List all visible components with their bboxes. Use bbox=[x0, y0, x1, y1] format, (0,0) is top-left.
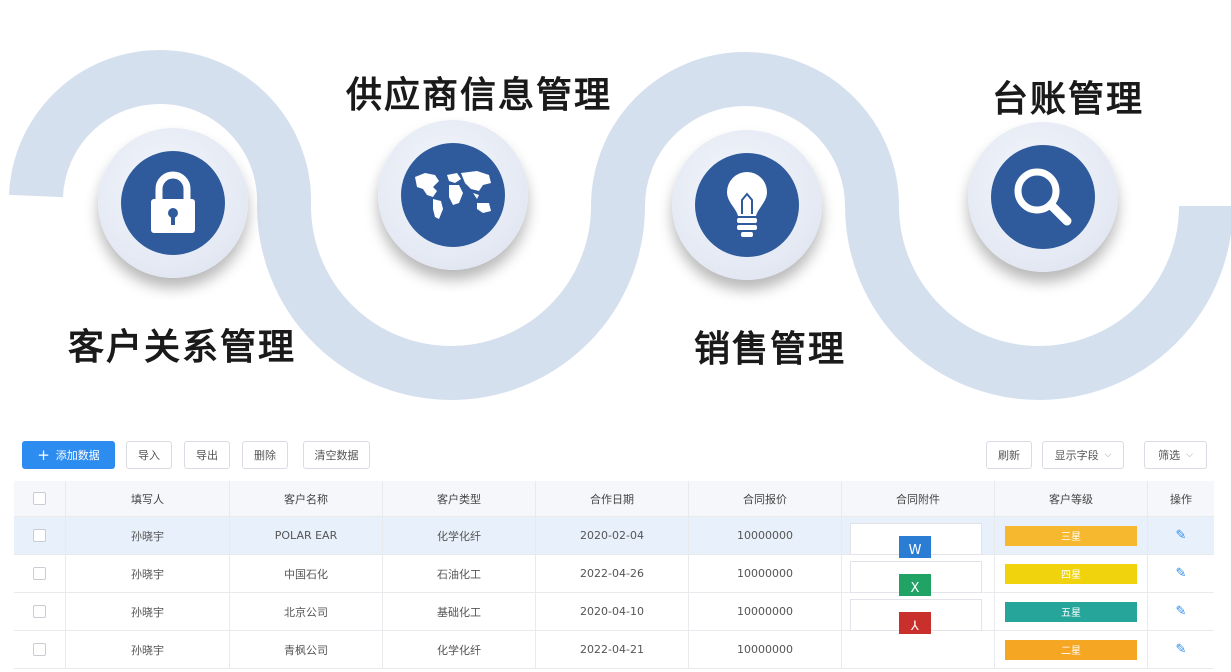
supplier-circle-inner bbox=[401, 143, 505, 247]
customer-type-cell: 化学化纤 bbox=[383, 517, 536, 555]
chevron-down-icon: ⌵ bbox=[1186, 450, 1193, 460]
price-cell: 10000000 bbox=[689, 593, 842, 631]
ledger-circle[interactable] bbox=[968, 122, 1118, 272]
export-button[interactable]: 导出 bbox=[184, 441, 230, 469]
row-select-cell bbox=[14, 593, 66, 631]
column-header[interactable]: 填写人 bbox=[66, 481, 230, 517]
supplier-circle[interactable] bbox=[378, 120, 528, 270]
column-header[interactable]: 合同附件 bbox=[842, 481, 995, 517]
select-all-checkbox[interactable] bbox=[33, 492, 46, 505]
refresh-button[interactable]: 刷新 bbox=[986, 441, 1032, 469]
column-header[interactable]: 客户名称 bbox=[230, 481, 383, 517]
attachment-preview[interactable]: ⅄ bbox=[850, 599, 982, 634]
level-badge: 三星 bbox=[1005, 525, 1137, 546]
process-infographic: 客户关系管理 供应商信息管理 销售管理 台账管理 bbox=[0, 0, 1231, 420]
add-data-label: 添加数据 bbox=[55, 449, 100, 462]
attachment-preview[interactable]: X bbox=[850, 561, 982, 596]
date-cell: 2020-04-10 bbox=[536, 593, 689, 631]
display-fields-label: 显示字段 bbox=[1054, 449, 1099, 462]
level-badge: 四星 bbox=[1005, 563, 1137, 584]
world-map-icon bbox=[415, 171, 491, 219]
customer-type-cell: 基础化工 bbox=[383, 593, 536, 631]
column-header[interactable]: 客户类型 bbox=[383, 481, 536, 517]
price-cell: 10000000 bbox=[689, 517, 842, 555]
price-cell: 10000000 bbox=[689, 555, 842, 593]
lock-icon bbox=[151, 171, 195, 233]
price-cell: 10000000 bbox=[689, 631, 842, 669]
attachment-preview[interactable]: W bbox=[850, 523, 982, 558]
table-row[interactable]: 孙晓宇 中国石化 石油化工 2022-04-26 10000000 X 四星 ✎ bbox=[14, 555, 1214, 596]
crm-label: 客户关系管理 bbox=[68, 327, 297, 368]
row-select-cell bbox=[14, 517, 66, 555]
level-cell: 二星 bbox=[995, 631, 1148, 669]
level-cell: 四星 bbox=[995, 555, 1148, 593]
column-header[interactable]: 客户等级 bbox=[995, 481, 1148, 517]
filler-cell: 孙晓宇 bbox=[66, 555, 230, 593]
customer-type-cell: 石油化工 bbox=[383, 555, 536, 593]
crm-circle-inner bbox=[121, 151, 225, 255]
customer-name-cell: 中国石化 bbox=[230, 555, 383, 593]
ledger-label: 台账管理 bbox=[992, 79, 1145, 120]
ledger-circle-inner bbox=[991, 145, 1095, 249]
import-button[interactable]: 导入 bbox=[126, 441, 172, 469]
action-cell: ✎ bbox=[1148, 631, 1214, 669]
customer-type-cell: 化学化纤 bbox=[383, 631, 536, 669]
row-checkbox[interactable] bbox=[33, 529, 46, 542]
customer-name-cell: 青枫公司 bbox=[230, 631, 383, 669]
edit-icon[interactable]: ✎ bbox=[1176, 566, 1187, 581]
date-cell: 2020-02-04 bbox=[536, 517, 689, 555]
column-header: 操作 bbox=[1148, 481, 1214, 517]
filler-cell: 孙晓宇 bbox=[66, 517, 230, 555]
action-cell: ✎ bbox=[1148, 593, 1214, 631]
table-row[interactable]: 孙晓宇 POLAR EAR 化学化纤 2020-02-04 10000000 W… bbox=[14, 517, 1214, 558]
level-badge: 二星 bbox=[1005, 639, 1137, 660]
table-toolbar: + 添加数据 导入 导出 删除 清空数据 刷新 显示字段 ⌵ 筛选 ⌵ bbox=[22, 441, 1212, 471]
lightbulb-icon bbox=[727, 172, 767, 237]
column-header[interactable]: 合作日期 bbox=[536, 481, 689, 517]
clear-data-button[interactable]: 清空数据 bbox=[303, 441, 370, 469]
crm-circle[interactable] bbox=[98, 128, 248, 278]
customer-name-cell: 北京公司 bbox=[230, 593, 383, 631]
search-icon bbox=[1014, 168, 1072, 226]
filter-dropdown[interactable]: 筛选 ⌵ bbox=[1144, 441, 1207, 469]
filler-cell: 孙晓宇 bbox=[66, 631, 230, 669]
attachment-cell bbox=[842, 631, 995, 669]
level-cell: 三星 bbox=[995, 517, 1148, 555]
display-fields-dropdown[interactable]: 显示字段 ⌵ bbox=[1042, 441, 1124, 469]
row-checkbox[interactable] bbox=[33, 643, 46, 656]
row-checkbox[interactable] bbox=[33, 567, 46, 580]
action-cell: ✎ bbox=[1148, 555, 1214, 593]
customer-name-cell: POLAR EAR bbox=[230, 517, 383, 555]
chevron-down-icon: ⌵ bbox=[1104, 450, 1112, 460]
edit-icon[interactable]: ✎ bbox=[1176, 604, 1187, 619]
row-checkbox[interactable] bbox=[33, 605, 46, 618]
sales-circle-inner bbox=[695, 153, 799, 257]
table-row[interactable]: 孙晓宇 北京公司 基础化工 2020-04-10 10000000 ⅄ 五星 ✎ bbox=[14, 593, 1214, 634]
date-cell: 2022-04-26 bbox=[536, 555, 689, 593]
table-row[interactable]: 孙晓宇 青枫公司 化学化纤 2022-04-21 10000000 二星 ✎ bbox=[14, 631, 1214, 669]
delete-button[interactable]: 删除 bbox=[242, 441, 288, 469]
sales-label: 销售管理 bbox=[694, 329, 847, 370]
filter-label: 筛选 bbox=[1158, 449, 1181, 462]
plus-icon: + bbox=[37, 445, 50, 464]
level-badge: 五星 bbox=[1005, 601, 1137, 622]
edit-icon[interactable]: ✎ bbox=[1176, 642, 1187, 657]
column-header[interactable]: 合同报价 bbox=[689, 481, 842, 517]
add-data-button[interactable]: + 添加数据 bbox=[22, 441, 115, 469]
date-cell: 2022-04-21 bbox=[536, 631, 689, 669]
table-header: 填写人 客户名称 客户类型 合作日期 合同报价 合同附件 客户等级 操作 bbox=[14, 481, 1214, 517]
row-select-cell bbox=[14, 555, 66, 593]
filler-cell: 孙晓宇 bbox=[66, 593, 230, 631]
attachment-cell: ⅄ bbox=[842, 593, 995, 634]
select-all-cell bbox=[14, 481, 66, 517]
attachment-cell: X bbox=[842, 555, 995, 596]
sales-circle[interactable] bbox=[672, 130, 822, 280]
row-select-cell bbox=[14, 631, 66, 669]
attachment-cell: W bbox=[842, 517, 995, 558]
action-cell: ✎ bbox=[1148, 517, 1214, 555]
supplier-label: 供应商信息管理 bbox=[346, 75, 613, 116]
level-cell: 五星 bbox=[995, 593, 1148, 631]
edit-icon[interactable]: ✎ bbox=[1176, 528, 1187, 543]
